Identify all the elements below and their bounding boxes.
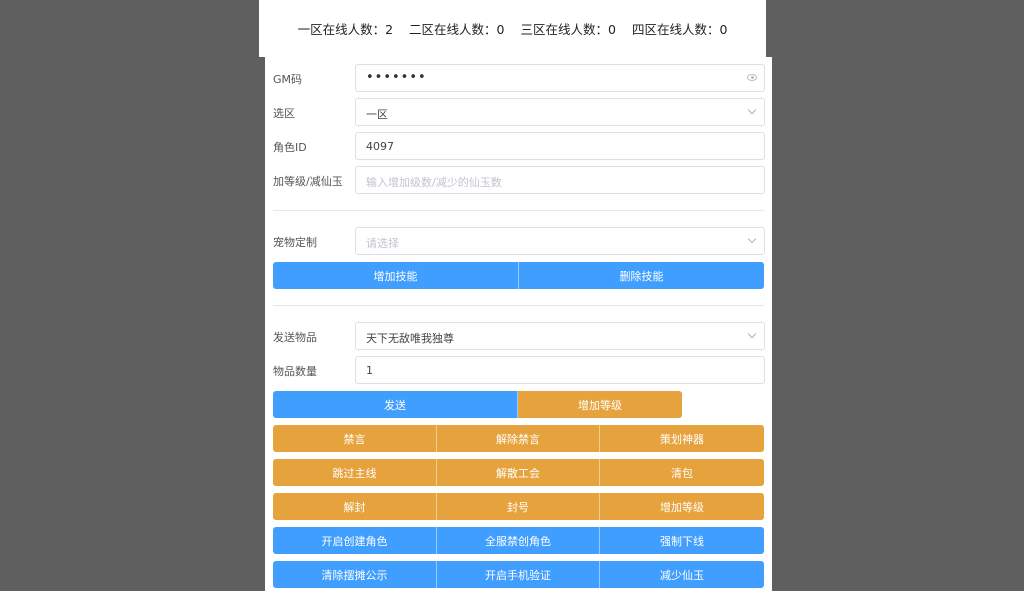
action-button-row-d: 开启创建角色 全服禁创角色 强制下线 xyxy=(273,527,764,554)
pet-label: 宠物定制 xyxy=(273,236,317,249)
force-logout-button[interactable]: 强制下线 xyxy=(600,527,764,554)
role-id-input[interactable]: 4097 xyxy=(355,132,765,160)
unmute-button[interactable]: 解除禁言 xyxy=(437,425,600,452)
clear-bag-button[interactable]: 清包 xyxy=(600,459,764,486)
unban-button[interactable]: 解封 xyxy=(273,493,437,520)
action-button-row-e: 清除摆摊公示 开启手机验证 减少仙玉 xyxy=(273,561,764,588)
disable-create-role-button[interactable]: 全服禁创角色 xyxy=(437,527,600,554)
enable-create-role-button[interactable]: 开启创建角色 xyxy=(273,527,437,554)
send-item-select[interactable]: 天下无敌唯我独尊 xyxy=(355,322,765,350)
online-count-header: 一区在线人数：2 二区在线人数：0 三区在线人数：0 四区在线人数：0 xyxy=(259,0,766,57)
pet-row: 宠物定制 请选择 xyxy=(273,227,765,255)
enable-phone-verify-button[interactable]: 开启手机验证 xyxy=(437,561,600,588)
gm-code-value: ••••••• xyxy=(366,70,427,85)
zone-select[interactable]: 一区 xyxy=(355,98,765,126)
gm-code-input[interactable]: ••••••• xyxy=(355,64,765,92)
item-qty-input[interactable]: 1 xyxy=(355,356,765,384)
add-skill-button[interactable]: 增加技能 xyxy=(273,262,519,289)
gm-code-label: GM码 xyxy=(273,73,303,86)
action-button-row-c: 解封 封号 增加等级 xyxy=(273,493,764,520)
pet-select[interactable]: 请选择 xyxy=(355,227,765,255)
level-jade-label: 加等级/减仙玉 xyxy=(273,175,343,188)
level-jade-placeholder: 输入增加级数/减少的仙玉数 xyxy=(366,176,502,189)
mute-button[interactable]: 禁言 xyxy=(273,425,437,452)
eye-icon[interactable] xyxy=(747,74,757,81)
level-jade-row: 加等级/减仙玉 输入增加级数/减少的仙玉数 xyxy=(273,166,765,194)
skill-button-group: 增加技能 删除技能 xyxy=(273,262,764,289)
chevron-down-icon xyxy=(747,329,757,339)
action-button-row-a: 禁言 解除禁言 策划神器 xyxy=(273,425,764,452)
item-qty-value: 1 xyxy=(366,364,373,377)
item-qty-row: 物品数量 1 xyxy=(273,356,765,384)
add-level-button-2[interactable]: 增加等级 xyxy=(600,493,764,520)
add-level-button[interactable]: 增加等级 xyxy=(518,391,682,418)
send-item-row: 发送物品 天下无敌唯我独尊 xyxy=(273,322,765,350)
chevron-down-icon xyxy=(747,105,757,115)
role-id-label: 角色ID xyxy=(273,141,307,154)
delete-skill-button[interactable]: 删除技能 xyxy=(519,262,764,289)
section-divider xyxy=(273,305,764,306)
reduce-jade-button[interactable]: 减少仙玉 xyxy=(600,561,764,588)
role-id-row: 角色ID 4097 xyxy=(273,132,765,160)
zone-value: 一区 xyxy=(366,108,388,121)
skip-main-quest-button[interactable]: 跳过主线 xyxy=(273,459,437,486)
level-jade-input[interactable]: 输入增加级数/减少的仙玉数 xyxy=(355,166,765,194)
send-button-group: 发送 增加等级 xyxy=(273,391,682,418)
zone-row: 选区 一区 xyxy=(273,98,765,126)
send-button[interactable]: 发送 xyxy=(273,391,518,418)
ban-account-button[interactable]: 封号 xyxy=(437,493,600,520)
zone2-online: 二区在线人数：0 xyxy=(409,22,505,37)
role-id-value: 4097 xyxy=(366,140,394,153)
planner-artifact-button[interactable]: 策划神器 xyxy=(600,425,764,452)
pet-placeholder: 请选择 xyxy=(366,237,399,250)
item-qty-label: 物品数量 xyxy=(273,365,317,378)
zone4-online: 四区在线人数：0 xyxy=(631,22,728,37)
action-button-row-b: 跳过主线 解散工会 清包 xyxy=(273,459,764,486)
zone3-online: 三区在线人数：0 xyxy=(520,22,616,37)
send-item-label: 发送物品 xyxy=(273,331,317,344)
gm-form-panel: GM码 ••••••• 选区 一区 角色ID 4097 加等级/减仙玉 输入增加… xyxy=(265,57,772,591)
zone-label: 选区 xyxy=(273,107,295,120)
online-count-line: 一区在线人数：2 二区在线人数：0 三区在线人数：0 四区在线人数：0 xyxy=(259,19,766,38)
send-item-value: 天下无敌唯我独尊 xyxy=(366,332,454,345)
section-divider xyxy=(273,210,764,211)
gm-code-row: GM码 ••••••• xyxy=(273,64,765,92)
disband-guild-button[interactable]: 解散工会 xyxy=(437,459,600,486)
zone1-online: 一区在线人数：2 xyxy=(297,22,394,37)
clear-stall-notice-button[interactable]: 清除摆摊公示 xyxy=(273,561,437,588)
chevron-down-icon xyxy=(747,234,757,244)
